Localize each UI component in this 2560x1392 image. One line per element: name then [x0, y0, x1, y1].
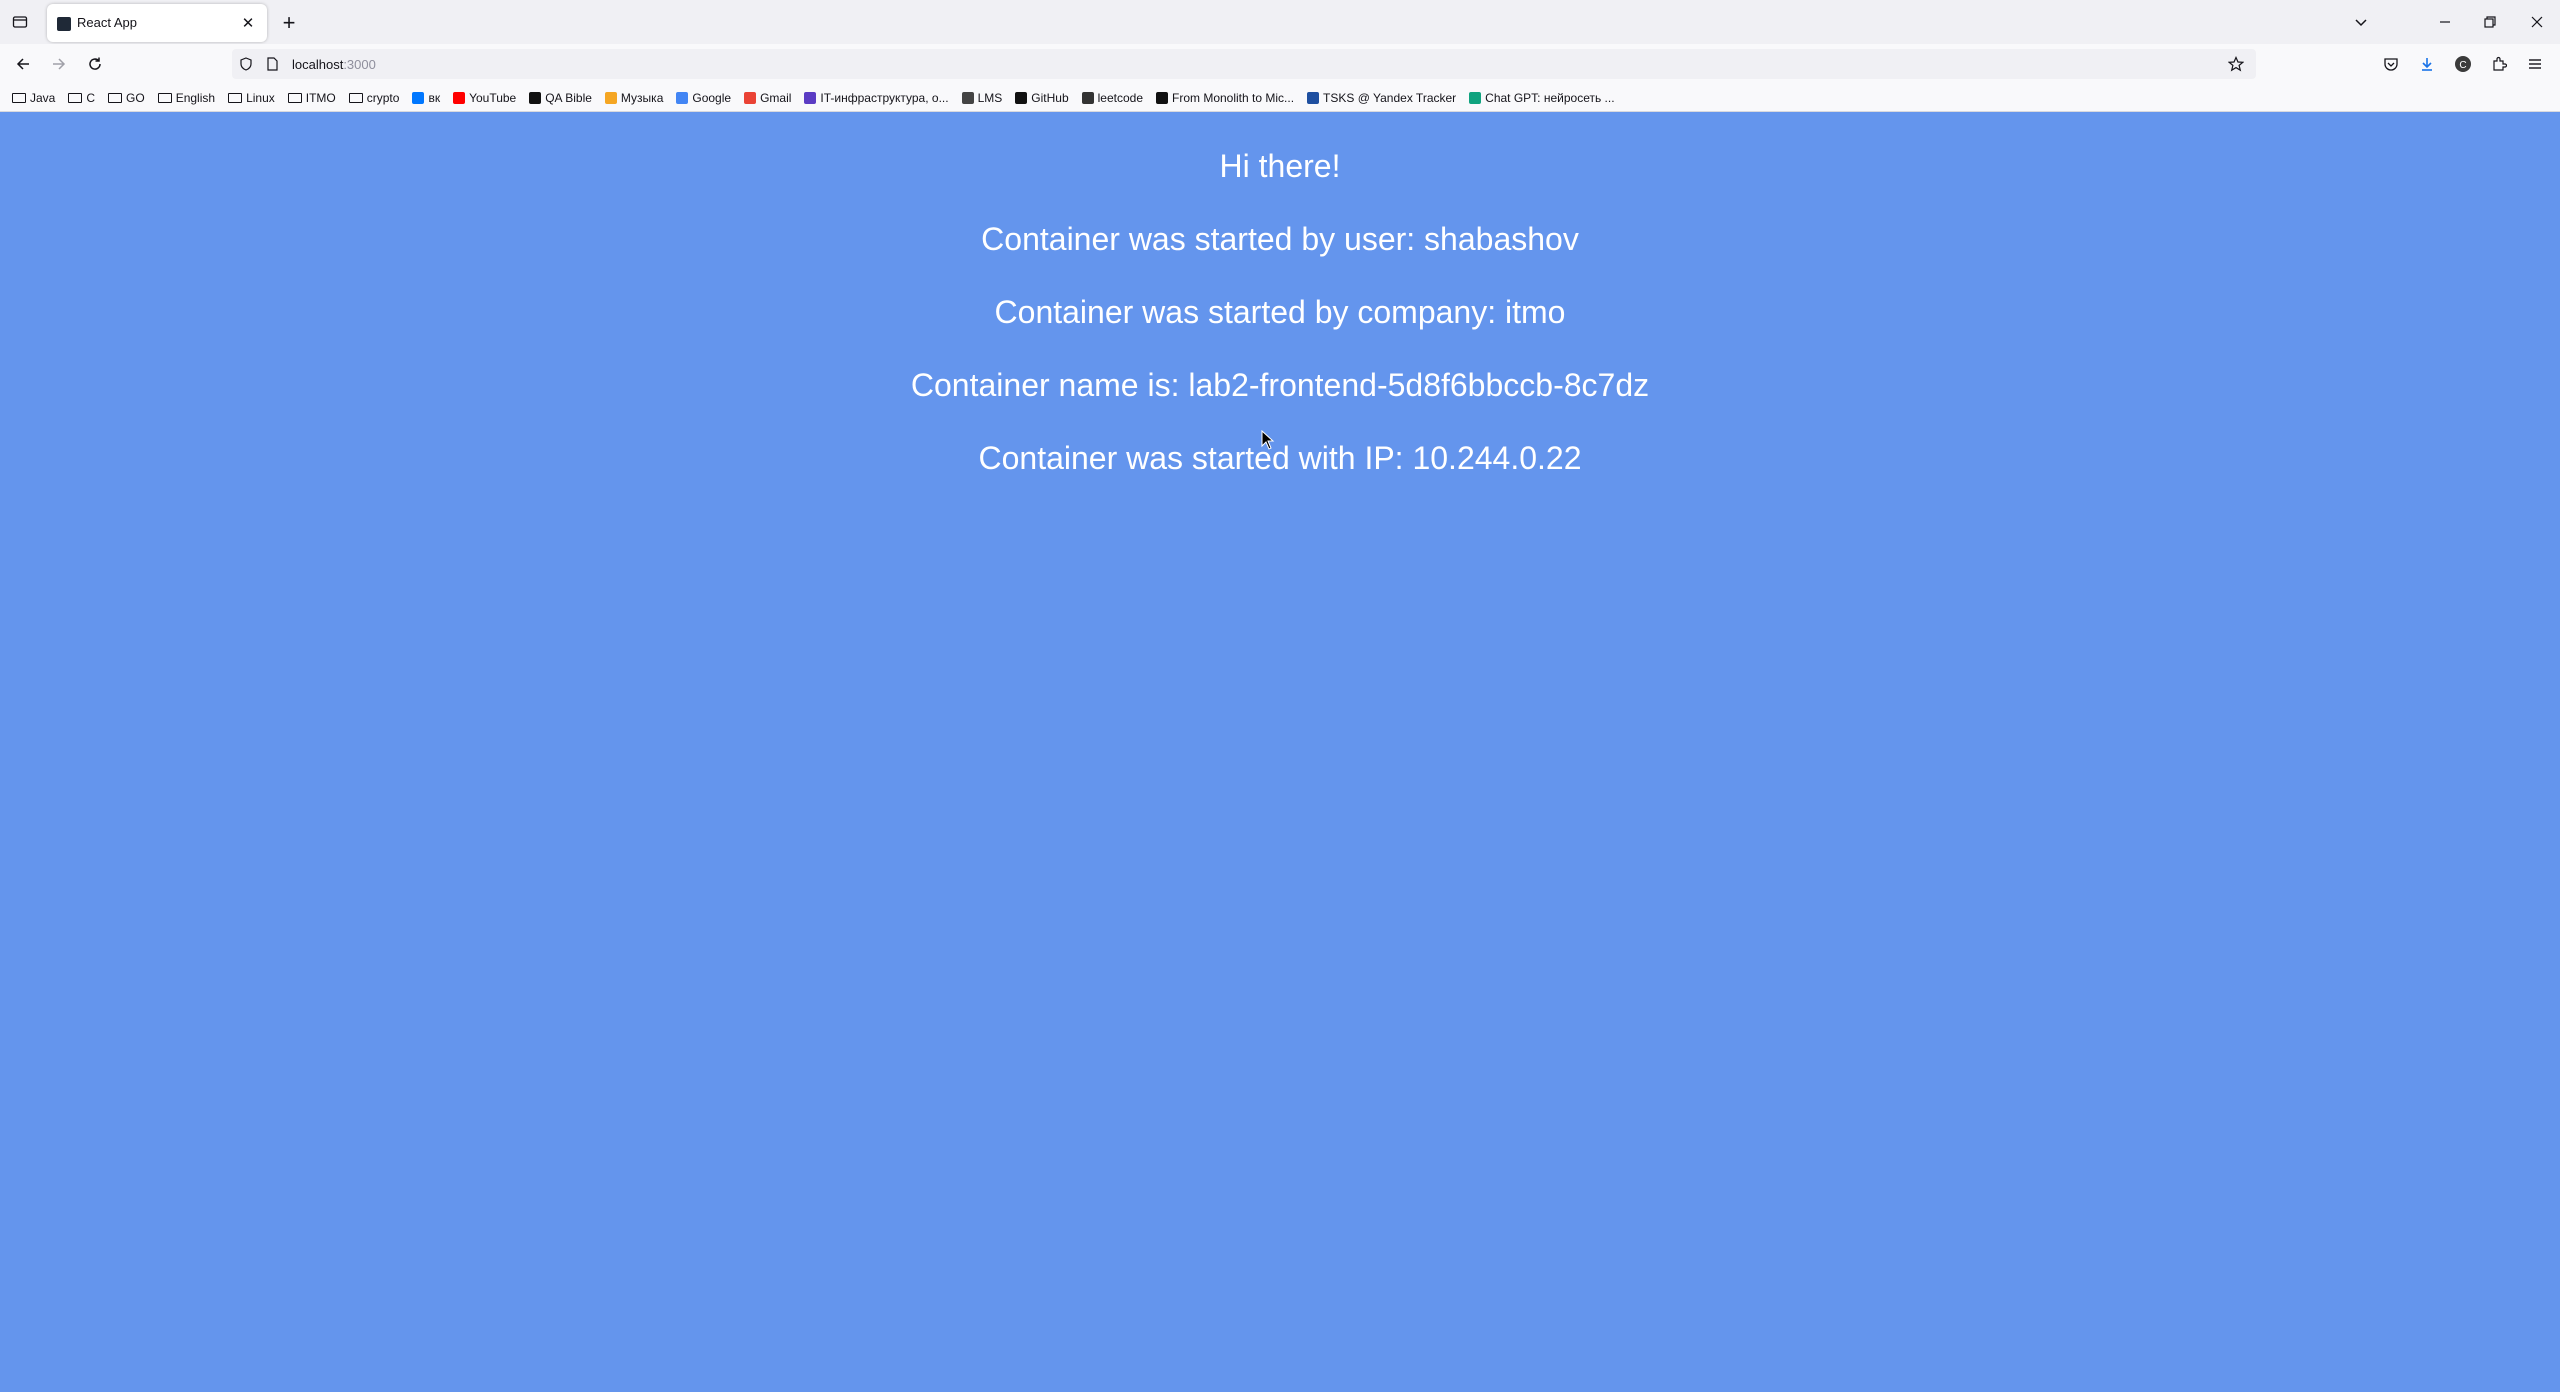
bookmark-label: GO — [126, 90, 145, 105]
bookmark-item[interactable]: GitHub — [1015, 90, 1069, 105]
bookmark-item[interactable]: From Monolith to Mic... — [1156, 91, 1294, 105]
account-icon[interactable]: C — [2451, 52, 2475, 76]
bookmark-item[interactable]: Linux — [228, 91, 275, 105]
bookmark-label: вк — [428, 90, 441, 105]
globe-icon — [961, 91, 974, 104]
tab-list-icon[interactable] — [6, 10, 34, 34]
bookmark-item[interactable]: leetcode — [1081, 90, 1143, 105]
bookmark-label: QA Bible — [545, 90, 592, 105]
extensions-icon[interactable] — [2487, 52, 2511, 76]
bookmark-label: GitHub — [1031, 90, 1069, 105]
bookmark-item[interactable]: ITMO — [287, 90, 336, 105]
menu-hamburger-icon[interactable] — [2523, 52, 2547, 76]
bookmark-label: leetcode — [1097, 90, 1143, 105]
bookmark-item[interactable]: Музыка — [604, 90, 664, 105]
bookmark-item[interactable]: LMS — [961, 90, 1003, 105]
new-tab-icon[interactable]: + — [276, 10, 302, 36]
browser-window: React App ✕ + localhost:3000 C Java C GO… — [0, 0, 2560, 1392]
address-bar[interactable]: localhost:3000 — [232, 49, 2256, 79]
gmail-icon — [744, 91, 757, 104]
tab-react-app[interactable]: React App ✕ — [47, 4, 267, 42]
company-line: Container was started by company: itmo — [994, 294, 1566, 330]
monolith-icon — [1156, 91, 1168, 104]
page-info-icon[interactable] — [264, 56, 280, 72]
qa-bible-icon — [529, 91, 542, 104]
bookmark-label: Linux — [246, 90, 275, 105]
youtube-icon — [453, 91, 466, 104]
bookmark-item[interactable]: IT-инфраструктура, о... — [804, 90, 949, 105]
bookmark-item[interactable]: YouTube — [453, 91, 516, 105]
bookmark-label: English — [175, 90, 216, 105]
bookmark-label: Google — [692, 90, 732, 105]
ip-line: Container was started with IP: 10.244.0.… — [978, 440, 1582, 476]
tab-title: React App — [77, 15, 137, 30]
folder-icon — [108, 92, 123, 103]
svg-text:C: C — [2459, 60, 2466, 71]
restore-icon[interactable] — [2475, 8, 2505, 36]
bookmark-label: crypto — [366, 90, 400, 105]
folder-icon — [348, 92, 363, 103]
tracking-protection-shield-icon[interactable] — [238, 56, 254, 72]
it-infra-icon — [804, 91, 817, 104]
container-name-line: Container name is: lab2-frontend-5d8f6bb… — [910, 367, 1650, 403]
reload-icon[interactable] — [80, 50, 110, 78]
downloads-icon[interactable] — [2415, 52, 2439, 76]
bookmark-item[interactable]: QA Bible — [529, 91, 592, 105]
bookmark-item[interactable]: Google — [676, 91, 731, 105]
folder-icon — [287, 92, 302, 103]
minimize-icon[interactable] — [2430, 8, 2460, 36]
music-icon — [604, 91, 617, 104]
close-window-icon[interactable] — [2522, 8, 2552, 36]
forward-icon[interactable] — [44, 50, 74, 78]
bookmark-label: C — [86, 90, 96, 105]
bookmark-label: ITMO — [305, 90, 336, 105]
user-line: Container was started by user: shabashov — [981, 221, 1579, 257]
greeting-text: Hi there! — [1219, 148, 1341, 184]
bookmark-item[interactable]: вк — [412, 91, 440, 105]
folder-icon — [157, 92, 172, 103]
navigation-toolbar: localhost:3000 C — [0, 44, 2560, 84]
bookmark-item[interactable]: Chat GPT: нейросеть ... — [1469, 90, 1615, 105]
tab-strip: React App ✕ + — [0, 0, 2560, 44]
bookmark-item[interactable]: GO — [108, 91, 145, 105]
bookmark-label: IT-инфраструктура, о... — [820, 90, 949, 105]
chatgpt-icon — [1469, 91, 1482, 104]
react-favicon-icon — [57, 17, 71, 31]
bookmark-item[interactable]: Java — [12, 91, 55, 105]
bookmark-label: Java — [30, 90, 56, 105]
bookmark-label: Gmail — [760, 90, 792, 105]
bookmark-item[interactable]: C — [68, 91, 95, 105]
url-text[interactable]: localhost:3000 — [292, 57, 376, 72]
github-icon — [1015, 91, 1028, 104]
tracker-icon — [1307, 91, 1320, 104]
close-tab-icon[interactable]: ✕ — [237, 12, 259, 34]
bookmark-label: LMS — [977, 90, 1003, 105]
bookmark-label: Музыка — [620, 90, 664, 105]
bookmark-item[interactable]: TSKS @ Yandex Tracker — [1307, 91, 1456, 105]
url-host: localhost — [292, 57, 344, 72]
bookmark-label: From Monolith to Mic... — [1172, 90, 1295, 105]
bookmark-star-icon[interactable] — [2228, 56, 2244, 72]
folder-icon — [68, 92, 83, 103]
bookmark-item[interactable]: crypto — [348, 90, 400, 105]
bookmarks-toolbar: Java C GO English Linux ITMO crypto вк YouTube QA… — [0, 84, 2560, 112]
folder-icon — [228, 92, 243, 103]
list-all-tabs-icon[interactable] — [2346, 8, 2376, 36]
bookmark-item[interactable]: Gmail — [744, 91, 791, 105]
vk-icon — [412, 91, 425, 104]
leetcode-icon — [1081, 91, 1094, 104]
url-port: :3000 — [343, 57, 376, 72]
bookmark-label: Chat GPT: нейросеть ... — [1485, 90, 1615, 105]
folder-icon — [12, 92, 26, 103]
back-icon[interactable] — [8, 50, 38, 78]
pocket-icon[interactable] — [2379, 52, 2403, 76]
bookmark-item[interactable]: English — [157, 90, 216, 105]
mouse-cursor-icon — [1261, 429, 1275, 455]
bookmark-label: TSKS @ Yandex Tracker — [1323, 90, 1457, 105]
page-content: Hi there! Container was started by user:… — [0, 113, 2560, 1392]
google-icon — [676, 91, 689, 104]
bookmark-label: YouTube — [469, 90, 517, 105]
